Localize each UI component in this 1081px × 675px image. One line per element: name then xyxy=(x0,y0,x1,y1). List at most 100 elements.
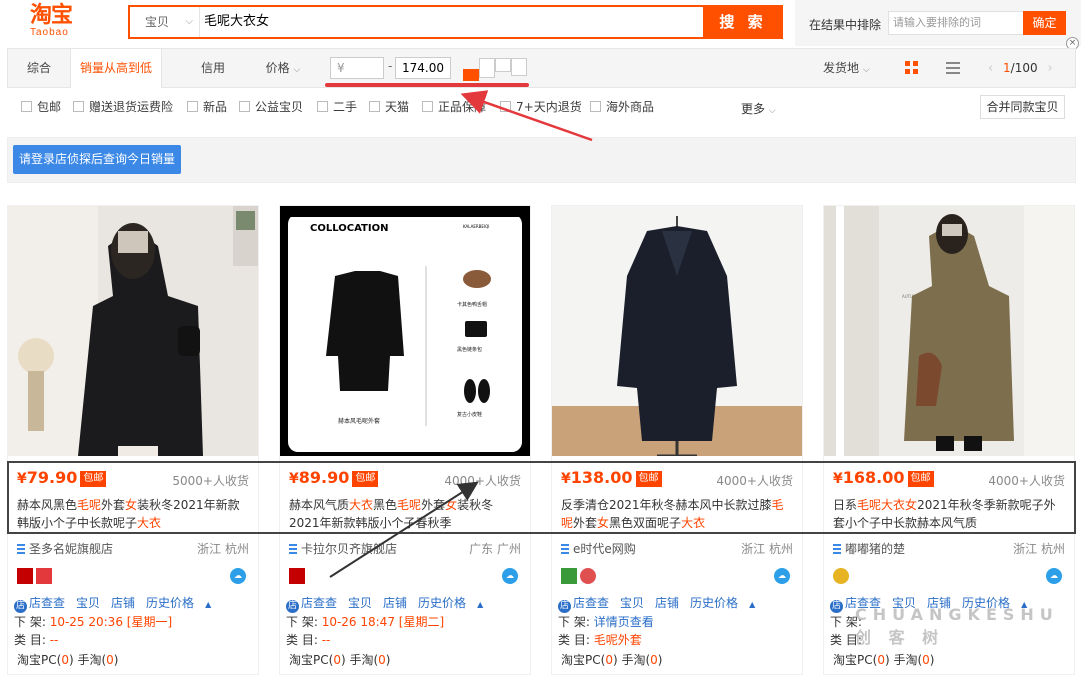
filter-new[interactable]: 新品 xyxy=(187,100,227,114)
tmall-badge-icon xyxy=(289,568,305,584)
coat-photo: AUTUMN NEW OF LAMISS LINENE KOREA xyxy=(824,206,1074,456)
search-button[interactable]: 搜 索 xyxy=(703,5,783,39)
product-card[interactable]: ¥79.90 包邮 5000+人收货 赫本风黑色毛呢外套女装秋冬2021年新款韩版… xyxy=(7,205,259,675)
price-range-bar[interactable] xyxy=(511,58,527,76)
search-category-label: 宝贝 xyxy=(145,15,170,29)
tool-links: 店店查查 宝贝 店铺 历史价格 ▲ xyxy=(558,594,766,613)
tab-overall[interactable]: 综合 xyxy=(8,49,70,87)
new-badge-icon xyxy=(36,568,52,584)
list-view-icon[interactable] xyxy=(946,62,960,74)
tool-price-history[interactable]: 历史价格 xyxy=(418,596,466,610)
collocation-poster: COLLOCATION KALAERBEIQI 赫本风毛呢外套 卡其色鸭舌帽 黑… xyxy=(280,206,530,456)
tool-item[interactable]: 宝贝 xyxy=(620,596,644,610)
shop-icon xyxy=(17,544,25,554)
price-min-input[interactable]: ¥ xyxy=(330,57,384,79)
dianchacha-icon: 店 xyxy=(558,600,571,613)
tool-item[interactable]: 宝贝 xyxy=(348,596,372,610)
shop-location: 浙江 杭州 xyxy=(197,542,249,556)
product-image[interactable] xyxy=(8,206,258,456)
login-query-button[interactable]: 请登录店侦探后查询今日销量 xyxy=(13,145,181,174)
tab-credit[interactable]: 信用 xyxy=(188,49,238,87)
triangle-icon: ▲ xyxy=(477,600,484,609)
product-image[interactable]: AUTUMN NEW OF LAMISS LINENE KOREA xyxy=(824,206,1074,456)
poster-item: 黑色链条包 xyxy=(457,346,482,353)
prev-page-icon[interactable]: ‹ xyxy=(988,61,993,76)
tool-links: 店店查查 宝贝 店铺 历史价格 ▲ xyxy=(286,594,494,613)
tab-sales-desc[interactable]: 销量从高到低 xyxy=(70,49,162,88)
shop-link[interactable]: e时代e网购 xyxy=(561,540,636,557)
coat-photo xyxy=(8,206,258,456)
category-line: 类 目: -- xyxy=(14,633,59,647)
poster-item: 复古小皮鞋 xyxy=(457,411,482,418)
shop-badges xyxy=(17,568,55,584)
price-range-bar[interactable] xyxy=(479,58,495,78)
logo-en: Taobao xyxy=(30,27,69,38)
dianchacha-icon: 店 xyxy=(286,600,299,613)
tool-item[interactable]: 宝贝 xyxy=(76,596,100,610)
filter-free-shipping[interactable]: 包邮 xyxy=(21,100,61,114)
shop-link[interactable]: 嘟嘟猪的楚 xyxy=(833,540,905,557)
wangwang-icon[interactable]: ☁ xyxy=(230,568,246,584)
category-line: 类 目: -- xyxy=(286,633,331,647)
tool-dianchacha[interactable]: 店查查 xyxy=(301,596,337,610)
sort-bar: 综合 销量从高到低 信用 价格 ⌵ ¥ - 174.00 发货地 ⌵ ‹ 1/1… xyxy=(7,48,1076,88)
exclude-label: 在结果中排除 xyxy=(809,18,882,32)
filter-return-insurance[interactable]: 赠送退货运费险 xyxy=(73,100,173,114)
chevron-down-icon: ⌵ xyxy=(768,106,776,116)
watermark: CHUANGKESHU 创 客 树 xyxy=(855,605,1059,647)
poster-item: 卡其色鸭舌帽 xyxy=(457,301,487,308)
category-line: 类 目: 毛呢外套 xyxy=(558,633,642,647)
tool-shop[interactable]: 店铺 xyxy=(655,596,679,610)
tab-price-label: 价格 xyxy=(265,61,290,75)
filter-charity[interactable]: 公益宝贝 xyxy=(239,100,303,114)
filter-second-hand[interactable]: 二手 xyxy=(317,100,357,114)
filter-genuine[interactable]: 正品保障 xyxy=(422,100,486,114)
pager: ‹ 1/100 › xyxy=(982,49,1059,88)
product-card[interactable]: COLLOCATION KALAERBEIQI 赫本风毛呢外套 卡其色鸭舌帽 黑… xyxy=(279,205,531,675)
tool-dianchacha[interactable]: 店查查 xyxy=(29,596,65,610)
taobao-logo[interactable]: 淘宝 Taobao xyxy=(30,3,86,43)
off-shelf-line: 下 架: 10-25 20:36 [星期一] xyxy=(14,615,173,629)
search-box: 宝贝 ⌵ 毛呢大衣女 搜 索 xyxy=(128,5,783,39)
dianchacha-icon: 店 xyxy=(14,600,27,613)
tool-dianchacha[interactable]: 店查查 xyxy=(573,596,609,610)
search-category-select[interactable]: 宝贝 ⌵ xyxy=(130,7,200,37)
poster-heading: COLLOCATION xyxy=(310,223,388,234)
price-range-bar[interactable] xyxy=(495,58,511,72)
wangwang-icon[interactable]: ☁ xyxy=(502,568,518,584)
more-filters[interactable]: 更多 ⌵ xyxy=(741,100,776,117)
chevron-down-icon: ⌵ xyxy=(185,16,193,27)
tool-shop[interactable]: 店铺 xyxy=(383,596,407,610)
shop-location: 广东 广州 xyxy=(469,542,521,556)
tool-shop[interactable]: 店铺 xyxy=(111,596,135,610)
merge-same-button[interactable]: 合并同款宝贝 xyxy=(980,95,1065,119)
ship-from-filter[interactable]: 发货地 ⌵ xyxy=(823,49,870,89)
tool-price-history[interactable]: 历史价格 xyxy=(146,596,194,610)
shop-icon xyxy=(289,544,297,554)
tmall-badge-icon xyxy=(17,568,33,584)
triangle-icon: ▲ xyxy=(749,600,756,609)
tab-price[interactable]: 价格 ⌵ xyxy=(258,49,308,87)
price-max-input[interactable]: 174.00 xyxy=(395,57,451,79)
price-range-bar[interactable] xyxy=(463,69,479,81)
grid-view-icon[interactable] xyxy=(905,61,919,75)
price-highlight-underline xyxy=(325,83,529,87)
shop-link[interactable]: 圣多名妮旗舰店 xyxy=(17,540,113,557)
exclude-input[interactable]: 请输入要排除的词 xyxy=(888,11,1024,35)
next-page-icon[interactable]: › xyxy=(1047,61,1052,76)
exclude-panel: 在结果中排除 请输入要排除的词 确定 xyxy=(795,0,1081,46)
product-card[interactable]: ¥138.00 包邮 4000+人收货 反季清仓2021年秋冬赫本风中长款过膝毛呢… xyxy=(551,205,803,675)
shop-link[interactable]: 卡拉尔贝齐旗舰店 xyxy=(289,540,397,557)
tool-price-history[interactable]: 历史价格 xyxy=(690,596,738,610)
filter-7day-return[interactable]: 7+天内退货 xyxy=(500,100,582,114)
filter-row: 包邮 赠送退货运费险 新品 公益宝贝 二手 天猫 正品保障 7+天内退货 海外商… xyxy=(7,90,1076,124)
product-image[interactable] xyxy=(552,206,802,456)
wangwang-icon[interactable]: ☁ xyxy=(1046,568,1062,584)
wangwang-icon[interactable]: ☁ xyxy=(774,568,790,584)
exclude-confirm-button[interactable]: 确定 xyxy=(1023,11,1066,35)
filter-overseas[interactable]: 海外商品 xyxy=(590,100,654,114)
filter-tmall[interactable]: 天猫 xyxy=(369,100,409,114)
product-image[interactable]: COLLOCATION KALAERBEIQI 赫本风毛呢外套 卡其色鸭舌帽 黑… xyxy=(280,206,530,456)
search-input[interactable]: 毛呢大衣女 xyxy=(204,7,269,37)
logo-cn: 淘宝 xyxy=(30,3,73,28)
